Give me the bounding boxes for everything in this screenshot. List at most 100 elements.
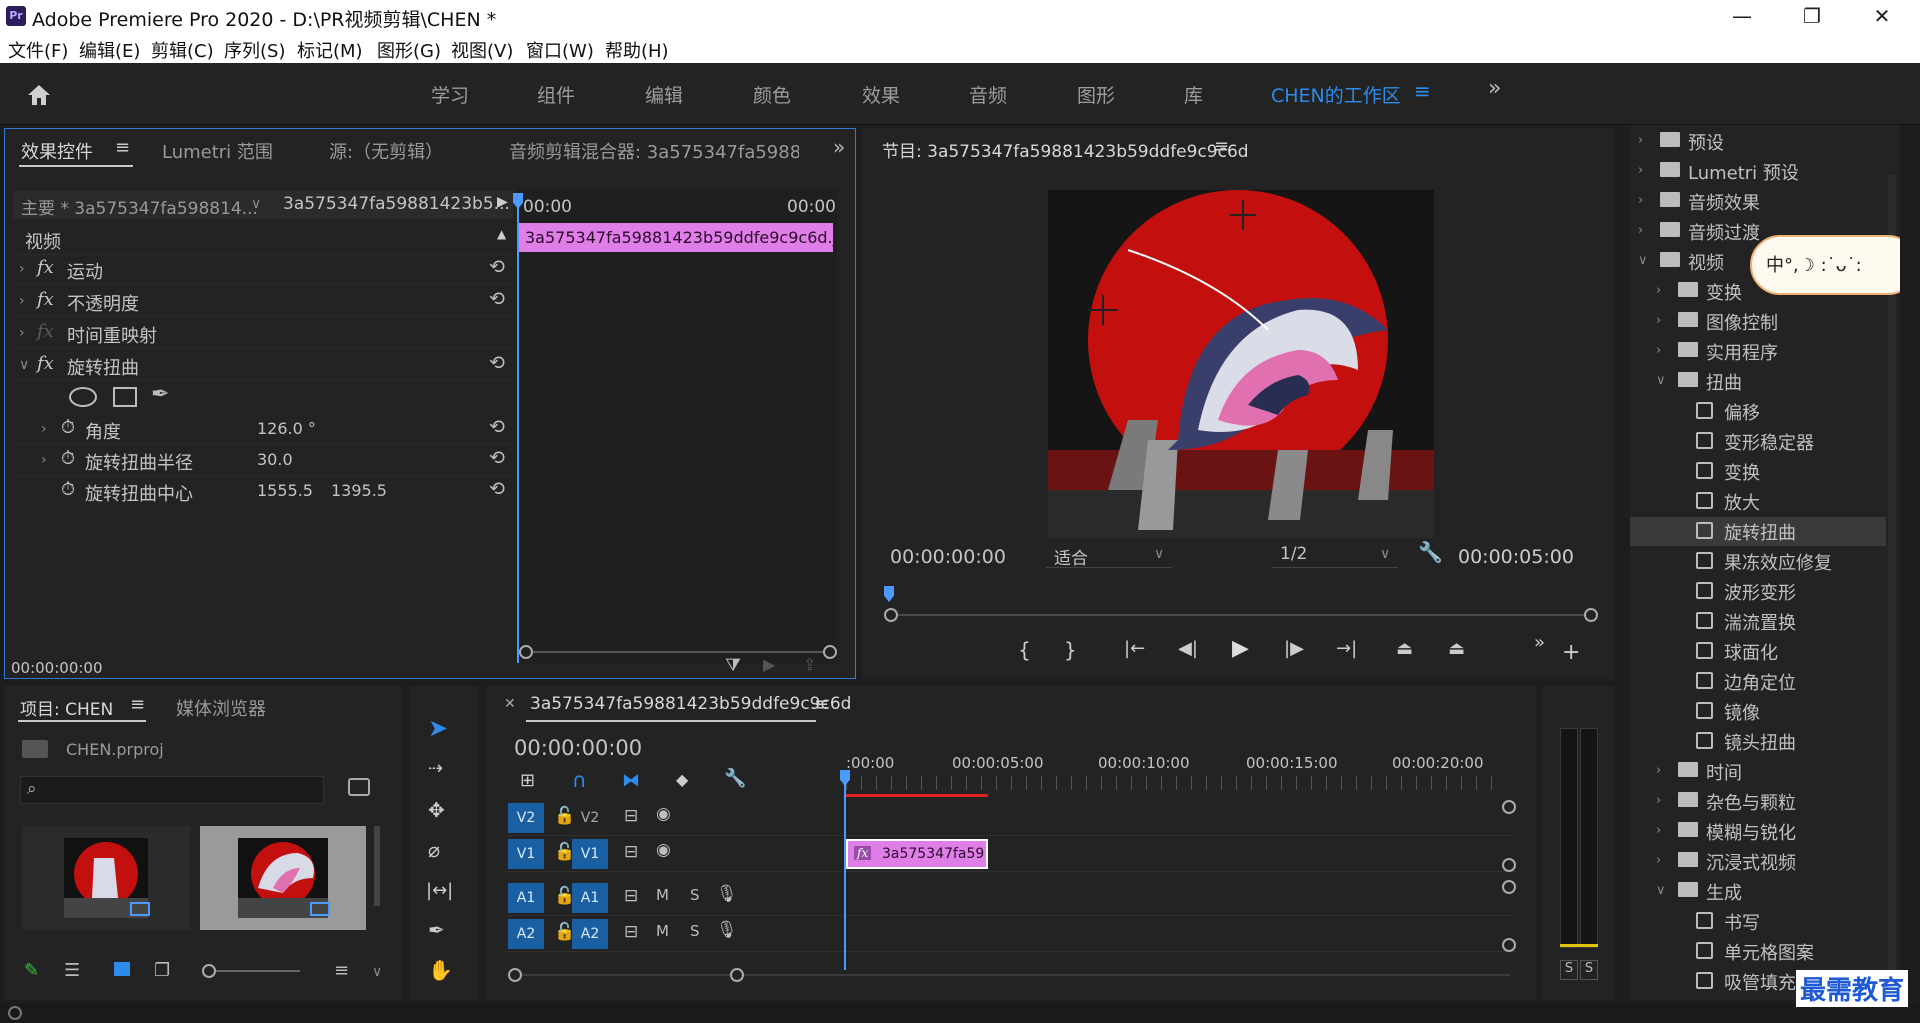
ec-zoom-handle-right[interactable] [823, 645, 837, 659]
new-bin-icon[interactable] [348, 778, 370, 796]
expand-chevron-icon[interactable]: › [1638, 223, 1643, 238]
mute-button[interactable]: M [656, 886, 669, 904]
expand-chevron-icon[interactable]: › [1638, 193, 1643, 208]
snap-magnet-icon[interactable]: ∩ [572, 768, 587, 792]
sync-lock-icon[interactable]: ⊟ [624, 842, 638, 862]
workspace-tab-assembly[interactable]: 组件 [537, 81, 575, 108]
param-row-angle[interactable]: › ⏱ 角度 126.0 ° ⟲ [15, 415, 515, 445]
effect-item[interactable]: 湍流置换 [1630, 607, 1886, 636]
go-to-in-icon[interactable]: |← [1124, 638, 1145, 659]
effect-item[interactable]: 偏移 [1630, 397, 1886, 426]
ec-playhead[interactable] [517, 193, 519, 663]
track-select-tool-icon[interactable]: ⇢ [428, 758, 443, 779]
ec-playhead-handle[interactable] [513, 193, 523, 209]
panel-menu-icon[interactable]: ≡ [1214, 136, 1229, 157]
zoom-slider-track[interactable] [206, 970, 300, 972]
sort-icon[interactable]: ≡ [334, 960, 349, 981]
target-v2[interactable]: V2 [572, 803, 608, 833]
timeline-ruler-ticks[interactable] [846, 776, 1496, 790]
effect-folder[interactable]: › Lumetri 预设 [1630, 157, 1886, 186]
panel-menu-icon[interactable]: ≡ [814, 694, 829, 715]
restore-button[interactable]: ❐ [1782, 2, 1842, 30]
h-zoom-right[interactable] [730, 968, 744, 982]
effect-row-opacity[interactable]: › fx 不透明度 ⟲ [15, 287, 515, 317]
wrench-icon[interactable]: 🔧 [1418, 540, 1443, 564]
v-zoom-handle-mid[interactable] [1502, 858, 1516, 872]
program-video-frame[interactable] [1048, 190, 1434, 538]
menu-file[interactable]: 文件(F) [8, 37, 68, 63]
effect-folder[interactable]: ∨ 扭曲 [1630, 367, 1886, 396]
eye-icon[interactable]: ◉ [656, 804, 671, 824]
track-v1[interactable]: V1 🔓 V1 ⊟ ◉ fx 3a575347fa59 [506, 836, 1516, 872]
step-forward-icon[interactable]: |▶ [1284, 638, 1304, 659]
ec-clip-bar[interactable]: 3a575347fa59881423b59ddfe9c9c6d.jpg [519, 223, 833, 252]
timeline-hscroll[interactable] [510, 974, 1510, 976]
effect-item[interactable]: 边角定位 [1630, 667, 1886, 696]
tab-source[interactable]: 源:（无剪辑） [329, 138, 443, 164]
effect-item[interactable]: 旋转扭曲 [1630, 517, 1886, 546]
reset-icon[interactable]: ⟲ [489, 478, 505, 500]
mark-in-icon[interactable]: { [1018, 638, 1031, 662]
target-a1[interactable]: A1 [572, 883, 608, 913]
stopwatch-icon[interactable]: ⏱ [61, 448, 75, 469]
collapse-chevron-icon[interactable]: ∨ [1638, 253, 1648, 268]
lift-icon[interactable]: ⏏ [1396, 638, 1413, 659]
expand-chevron-icon[interactable]: › [19, 293, 25, 309]
nest-toggle-icon[interactable]: ⊞ [520, 770, 535, 791]
master-label[interactable]: 主要 * 3a575347fa598814... [21, 194, 258, 219]
rectangle-mask-icon[interactable] [113, 387, 137, 407]
expand-chevron-icon[interactable]: › [1656, 343, 1661, 358]
effects-scrollbar[interactable] [1888, 175, 1896, 995]
target-v1[interactable]: V1 [572, 839, 608, 869]
effect-folder[interactable]: ∨ 生成 [1630, 877, 1886, 906]
step-back-icon[interactable]: ◀| [1178, 638, 1198, 659]
expand-chevron-icon[interactable]: › [1656, 313, 1661, 328]
track-a1[interactable]: A1 🔓 A1 ⊟ M S 🎙 [506, 880, 1516, 916]
expand-chevron-icon[interactable]: › [41, 452, 47, 468]
eye-icon[interactable]: ◉ [656, 840, 671, 860]
slip-tool-icon[interactable]: |↔| [426, 880, 453, 901]
sync-lock-icon[interactable]: ⊟ [624, 922, 638, 942]
tab-lumetri-scopes[interactable]: Lumetri 范围 [162, 138, 273, 164]
ec-zoom-handle-left[interactable] [519, 645, 533, 659]
add-button-icon[interactable]: + [1562, 640, 1580, 665]
expand-chevron-icon[interactable]: › [1656, 853, 1661, 868]
menu-help[interactable]: 帮助(H) [605, 37, 669, 63]
play-triangle-icon[interactable]: ▶ [497, 194, 508, 210]
menu-edit[interactable]: 编辑(E) [79, 37, 140, 63]
close-button[interactable]: ✕ [1852, 2, 1912, 30]
a-zoom-handle-top[interactable] [1502, 880, 1516, 894]
param-row-radius[interactable]: › ⏱ 旋转扭曲半径 30.0 ⟲ [15, 446, 515, 476]
timeline-timecode[interactable]: 00:00:00:00 [514, 736, 642, 760]
track-a2[interactable]: A2 🔓 A2 ⊟ M S 🎙 [506, 916, 1516, 952]
menu-sequence[interactable]: 序列(S) [224, 37, 285, 63]
program-title[interactable]: 节目: 3a575347fa59881423b59ddfe9c9c6d [882, 137, 1249, 162]
pen-mask-icon[interactable]: ✒ [151, 382, 169, 407]
microphone-icon[interactable]: 🎙 [716, 884, 738, 904]
workspace-tab-chen[interactable]: CHEN的工作区 [1271, 81, 1401, 108]
reset-icon[interactable]: ⟲ [489, 288, 505, 310]
fit-dropdown[interactable]: 适合 ∨ [1046, 542, 1172, 569]
overflow-icon[interactable]: » [1534, 632, 1545, 653]
panel-menu-icon[interactable]: ≡ [130, 694, 145, 715]
effect-item[interactable]: 单元格图案 [1630, 937, 1886, 966]
effect-item[interactable]: 镜像 [1630, 697, 1886, 726]
effect-row-twirl[interactable]: ∨ fx 旋转扭曲 ⟲ [15, 351, 515, 381]
home-icon[interactable] [26, 83, 52, 107]
effect-item[interactable]: 果冻效应修复 [1630, 547, 1886, 576]
add-marker-icon[interactable]: ◆ [676, 770, 688, 789]
tab-media-browser[interactable]: 媒体浏览器 [176, 695, 266, 721]
program-playhead[interactable] [884, 586, 894, 602]
menu-clip[interactable]: 剪辑(C) [151, 37, 214, 63]
track-v2[interactable]: V2 🔓 V2 ⊟ ◉ [506, 800, 1516, 836]
solo-left-button[interactable]: S [1560, 960, 1578, 980]
mark-out-icon[interactable]: } [1064, 638, 1077, 662]
workspace-tab-graphics[interactable]: 图形 [1077, 81, 1115, 108]
effect-folder[interactable]: › 时间 [1630, 757, 1886, 786]
effect-item[interactable]: 书写 [1630, 907, 1886, 936]
project-thumbnail-2[interactable] [200, 826, 366, 930]
solo-right-button[interactable]: S [1580, 960, 1598, 980]
workspace-tab-libraries[interactable]: 库 [1184, 81, 1203, 108]
timeline-settings-wrench-icon[interactable]: 🔧 [724, 768, 746, 789]
menu-marker[interactable]: 标记(M) [297, 37, 363, 63]
